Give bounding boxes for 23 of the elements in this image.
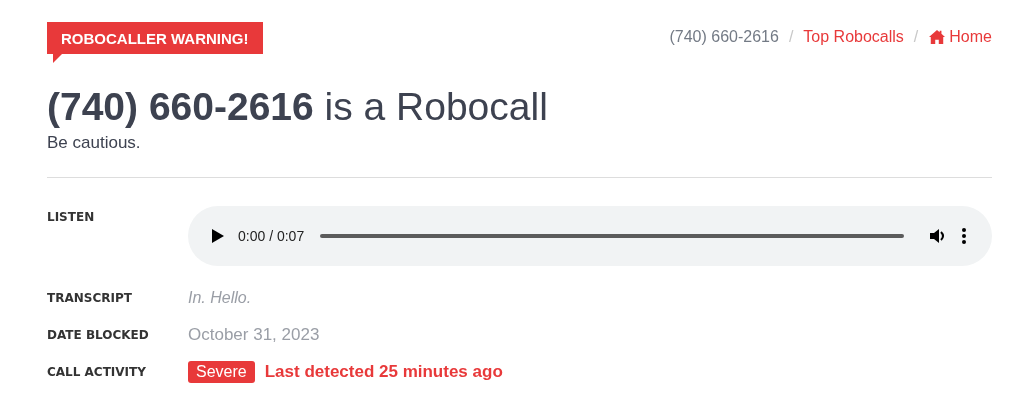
detail-label: CALL ACTIVITY (47, 365, 147, 380)
breadcrumb-separator: / (913, 28, 919, 46)
detail-label: LISTEN (47, 208, 96, 224)
more-options-icon[interactable] (962, 227, 966, 244)
page-heading: (740) 660-2616 is a Robocall (47, 84, 549, 130)
detail-label: DATE BLOCKED (47, 328, 150, 343)
transcript-text: In. Hello. (188, 289, 253, 308)
subtitle: Be cautious. (47, 132, 142, 153)
date-value: October 31, 2023 (188, 325, 321, 346)
warning-badge: ROBOCALLER WARNING! (47, 22, 263, 54)
home-icon (928, 29, 947, 45)
detail-label: TRANSCRIPT (47, 291, 133, 306)
severity-badge: Severe (188, 361, 255, 384)
home-link[interactable]: Home (928, 28, 992, 46)
play-icon[interactable] (212, 228, 224, 243)
progress-track[interactable] (320, 233, 904, 238)
badge-tail (53, 54, 62, 63)
last-detected-text: Last detected 25 minutes ago (264, 362, 503, 383)
breadcrumb-separator: / (788, 28, 794, 46)
breadcrumb-current: (740) 660-2616 (669, 28, 779, 46)
audio-time: 0:00 / 0:07 (238, 227, 305, 244)
breadcrumb-link[interactable]: Top Robocalls (803, 28, 904, 46)
audio-player[interactable]: 0:00 / 0:07 (188, 205, 992, 266)
